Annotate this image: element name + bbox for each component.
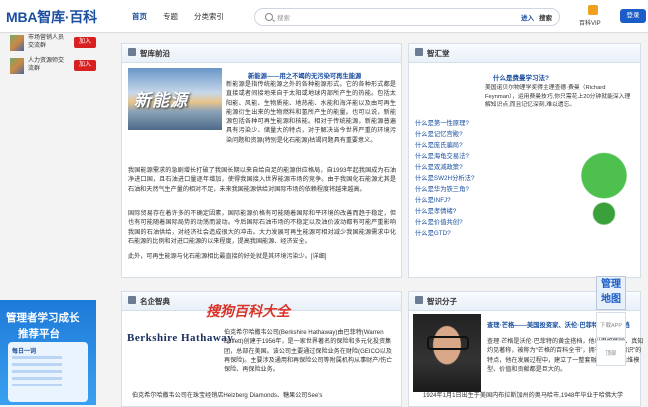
glasses-shape (427, 336, 469, 350)
person-photo[interactable] (413, 314, 481, 392)
question-mark-icon (579, 149, 629, 225)
company-description-line: 伯克希尔哈撒韦公司在珠宝经销店Helzberg Diamonds、糖果公司See… (132, 392, 323, 399)
search-box[interactable]: 搜索 进入 搜索 (254, 8, 560, 26)
search-icon (265, 13, 273, 21)
image-caption: 新能源 (134, 91, 188, 110)
search-button[interactable]: 搜索 (539, 12, 552, 22)
promo-subtitle: 推荐平台 (18, 328, 60, 340)
article-paragraph: 我国能源需求的急剧增长打破了我国长期以来自给自足的能源供应格局，自1993年起我… (128, 167, 396, 193)
join-button[interactable]: 加入 (74, 37, 96, 48)
promo-card-title: 每日一词 (12, 349, 37, 355)
panel-header: 智库前沿 (122, 44, 401, 63)
question-link[interactable]: 什么是SW2H分析法? (415, 173, 474, 182)
question-link[interactable]: 什么是GTD? (415, 228, 451, 237)
question-description: 美国诺贝尔物理学奖得主理查德·费曼（Richard Feynman），运用费曼技… (485, 85, 631, 108)
panel-title: 智识分子 (427, 297, 457, 306)
top-label: 顶部 (605, 351, 617, 357)
question-link[interactable]: 什么是孝情绪? (415, 206, 456, 215)
vip-crown-icon[interactable] (588, 5, 598, 15)
vip-label[interactable]: 百科VIP (579, 18, 601, 27)
article-paragraph: 新能源是指传统能源之外的各种能源形式。它的各种形式都是直接或者间接地来自于太阳或… (226, 81, 396, 144)
company-description: 伯克希尔哈撒韦公司(Berkshire Hathaway)由巴菲特(Warren… (224, 329, 393, 374)
group-ad-hr[interactable]: 人力资源师交流群 加入 (8, 56, 98, 78)
join-button[interactable]: 加入 (74, 60, 96, 71)
promo-title: 管理者学习成长 (6, 312, 80, 324)
article-title-link[interactable]: 新能源——用之不竭的无污染可再生能源 (248, 71, 361, 80)
book-icon (128, 296, 136, 304)
question-link[interactable]: 什么是记忆宫殿? (415, 129, 463, 138)
berkshire-logo[interactable]: Berkshire Hathaway (127, 332, 233, 344)
question-title-link[interactable]: 什么是费曼学习法? (493, 72, 549, 82)
learning-platform-promo[interactable]: 管理者学习成长 推荐平台 每日一词 (0, 300, 96, 405)
nav-topics[interactable]: 专题 (163, 11, 178, 22)
management-map-button[interactable]: 管理地图 (596, 276, 626, 310)
question-link[interactable]: 什么是庞氏骗局? (415, 140, 463, 149)
login-button[interactable]: 登录 (620, 9, 646, 23)
article-paragraph: 国际贸易存在着许多的不确定因素，国际能源价格有可能随着国际和平环境的改善而趋于稳… (128, 210, 396, 245)
group-name: 人力资源师交流群 (28, 58, 65, 72)
promo-card-lines (12, 356, 62, 386)
panel-title: 名企智典 (140, 297, 170, 306)
question-link[interactable]: 什么是海龟交易法? (415, 151, 469, 160)
panel-smart-frontier: 智库前沿 新能源 新能源——用之不竭的无污染可再生能源 新能源是指传统能源之外的… (121, 43, 402, 278)
book-icon (415, 48, 423, 56)
search-input[interactable]: 搜索 (277, 12, 290, 22)
nav-category-index[interactable]: 分类索引 (194, 11, 224, 22)
site-logo[interactable]: MBA智库·百科 (6, 7, 97, 27)
enter-link[interactable]: 进入 (521, 12, 534, 22)
new-energy-image[interactable]: 新能源 (128, 68, 222, 130)
watermark-logo: 搜狗百科大全 (206, 303, 290, 319)
promo-card: 每日一词 (8, 342, 88, 402)
group-avatar-icon (10, 35, 24, 51)
question-link[interactable]: 什么是第一性原理? (415, 118, 469, 127)
question-link[interactable]: 什么是华为铁三角? (415, 184, 469, 193)
book-icon (128, 48, 136, 56)
article-paragraph: 此外，可再生能源与化石能源相比最直接的好处就是其环境污染少。[详细] (128, 253, 327, 260)
question-link[interactable]: 什么是价值共创? (415, 217, 463, 226)
group-avatar-icon (10, 58, 24, 74)
group-ad-marketing[interactable]: 市场营销人员交流群 加入 (8, 33, 98, 55)
person-bio-line: 1924年1月1日出生于美国内布拉斯加州的奥马哈市,1948年毕业于哈佛大学 (423, 392, 624, 399)
panel-wisdom-hall: 智汇堂 什么是费曼学习法? 美国诺贝尔物理学奖得主理查德·费曼（Richard … (408, 43, 641, 278)
panel-title: 智汇堂 (427, 49, 450, 58)
download-app-button[interactable]: 下载APP (596, 312, 626, 338)
top-header: MBA智库·百科 首页 专题 分类索引 搜索 进入 搜索 百科VIP 登录 (0, 0, 648, 33)
panel-title: 智库前沿 (140, 49, 170, 58)
question-link[interactable]: 什么是INFJ? (415, 195, 451, 204)
book-icon (415, 296, 423, 304)
nav-home[interactable]: 首页 (132, 11, 147, 22)
question-link[interactable]: 什么是双减政策? (415, 162, 463, 171)
app-label: 下载APP (599, 323, 622, 329)
panel-header: 智汇堂 (409, 44, 640, 63)
group-name: 市场营销人员交流群 (28, 35, 65, 49)
panel-famous-brand: 名企智典 搜狗百科大全 Berkshire Hathaway 伯克希尔哈撒韦公司… (121, 291, 402, 407)
back-to-top-button[interactable]: 顶部 (596, 340, 626, 366)
